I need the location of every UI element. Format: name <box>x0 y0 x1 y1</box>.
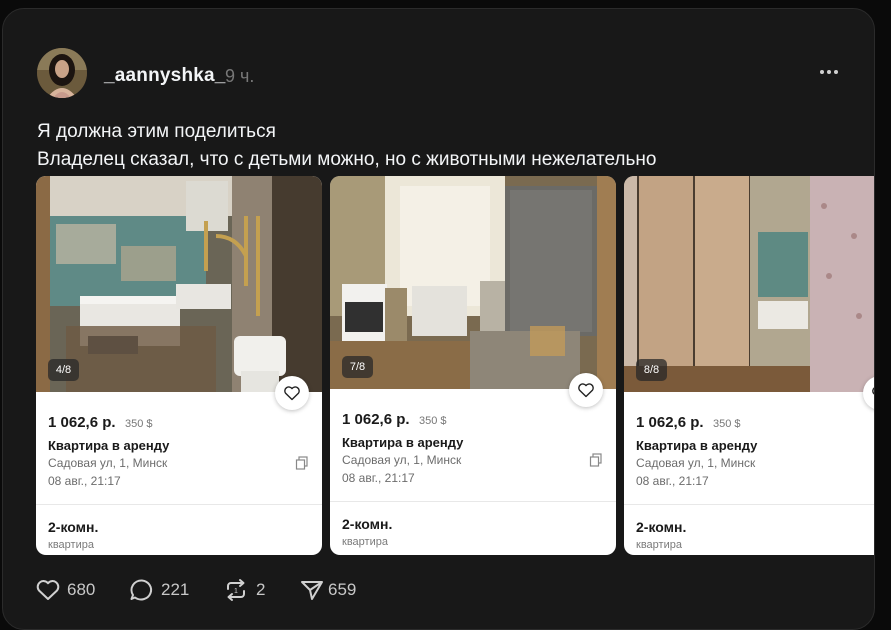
listing-price: 1 062,6 р. <box>48 414 116 431</box>
share-icon <box>301 581 323 600</box>
listing-price-usd: 350 $ <box>125 418 153 430</box>
heart-outline-icon <box>872 387 874 395</box>
favorite-button[interactable] <box>569 373 603 407</box>
listing-card[interactable]: 8/8 1 062,6 р. 350 $ Квартира в аренду С… <box>624 176 874 555</box>
listing-title[interactable]: Квартира в аренду <box>342 435 463 450</box>
like-button[interactable]: 680 <box>35 578 100 602</box>
listing-card[interactable]: 7/8 1 062,6 р. 350 $ Квартира в аренду С… <box>330 176 616 555</box>
listing-rooms: 2-комн. <box>48 519 99 535</box>
post-text-line-1: Я должна этим поделиться <box>37 121 276 142</box>
divider <box>36 504 322 505</box>
more-dots-icon[interactable] <box>817 62 843 82</box>
heart-outline-icon <box>284 386 300 401</box>
listing-price-usd: 350 $ <box>419 415 447 427</box>
comment-icon <box>130 579 153 601</box>
listing-type: квартира <box>636 539 682 551</box>
repost-icon: 1 <box>227 579 245 601</box>
listing-rooms: 2-комн. <box>636 519 687 535</box>
repost-button[interactable]: 1 2 <box>223 578 273 602</box>
heart-icon <box>36 580 60 600</box>
listing-photo-bathroom <box>36 176 322 392</box>
listing-title[interactable]: Квартира в аренду <box>636 438 757 453</box>
like-count: 680 <box>67 580 96 599</box>
listing-price: 1 062,6 р. <box>636 414 704 431</box>
favorite-button[interactable] <box>275 376 309 410</box>
listing-date: 08 авг., 21:17 <box>342 471 415 485</box>
listing-price-usd: 350 $ <box>713 418 741 430</box>
comment-count: 221 <box>161 580 190 599</box>
listing-address: Садовая ул, 1, Минск <box>636 456 756 470</box>
listing-date: 08 авг., 21:17 <box>48 474 121 488</box>
listing-photo-kitchen <box>330 176 616 389</box>
username[interactable]: _aannyshka_ <box>104 65 226 87</box>
divider <box>624 504 874 505</box>
repost-count: 2 <box>256 580 266 599</box>
listing-address: Садовая ул, 1, Минск <box>342 453 462 467</box>
listing-price: 1 062,6 р. <box>342 411 410 428</box>
heart-outline-icon <box>578 383 594 398</box>
thread-post: _aannyshka_ 9 ч. Я должна этим поделитьс… <box>2 8 875 630</box>
copy-icon[interactable] <box>295 456 309 470</box>
listing-address: Садовая ул, 1, Минск <box>48 456 168 470</box>
listing-date: 08 авг., 21:17 <box>636 474 709 488</box>
photo-counter-badge: 4/8 <box>48 359 79 381</box>
listing-card[interactable]: 4/8 1 062,6 р. 350 $ Квартира в аренду С… <box>36 176 322 555</box>
listing-type: квартира <box>48 539 94 551</box>
post-text-line-2: Владелец сказал, что с детьми можно, но … <box>37 149 657 170</box>
share-button[interactable]: 659 <box>299 578 364 602</box>
comment-button[interactable]: 221 <box>129 578 194 602</box>
photo-counter-badge: 7/8 <box>342 356 373 378</box>
photo-counter-badge: 8/8 <box>636 359 667 381</box>
copy-icon[interactable] <box>589 453 603 467</box>
divider <box>330 501 616 502</box>
post-time: 9 ч. <box>225 66 255 86</box>
avatar[interactable] <box>37 48 87 98</box>
share-count: 659 <box>328 580 357 599</box>
listing-rooms: 2-комн. <box>342 516 393 532</box>
svg-text:1: 1 <box>234 588 238 595</box>
listing-title[interactable]: Квартира в аренду <box>48 438 169 453</box>
listing-type: квартира <box>342 536 388 548</box>
